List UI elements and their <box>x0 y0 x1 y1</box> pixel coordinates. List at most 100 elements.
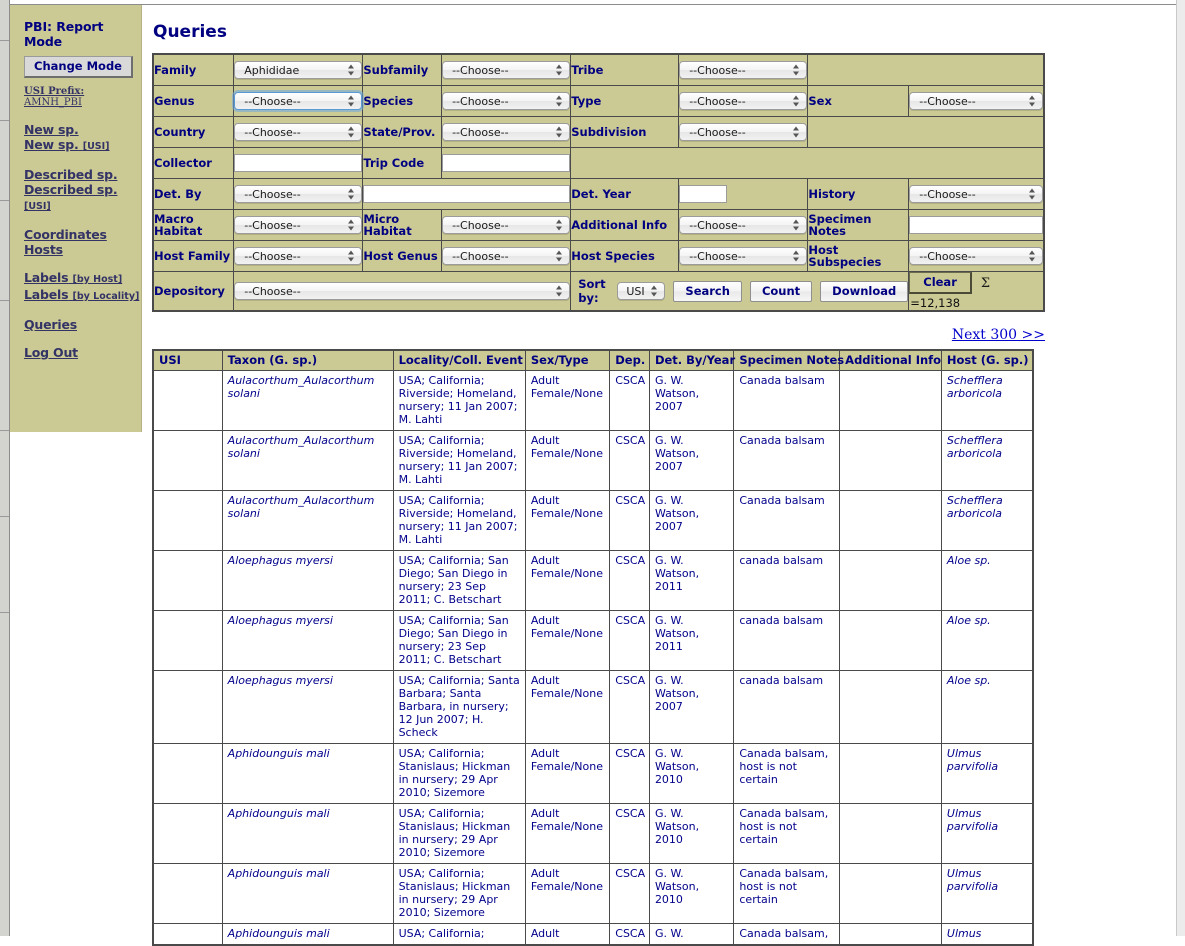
column-header-specimen-notes[interactable]: Specimen Notes <box>734 350 840 371</box>
cell-host: Ulmus parvifolia <box>941 744 1033 804</box>
micro-habitat-select[interactable]: --Choose-- <box>442 216 570 234</box>
select-arrows-icon <box>348 219 355 232</box>
label-specimen-notes: Specimen Notes <box>808 210 909 241</box>
cell-specimen-notes: Canada balsam, host is not certain <box>734 864 840 924</box>
cell-locality: USA; California; Riverside; Homeland, nu… <box>393 431 525 491</box>
table-row[interactable]: Aphidounguis maliUSA; California; Stanis… <box>153 804 1033 864</box>
depository-select[interactable]: --Choose-- <box>234 282 570 300</box>
state-prov-select[interactable]: --Choose-- <box>442 123 570 141</box>
clear-button[interactable]: Clear <box>909 272 972 294</box>
cell-locality: USA; California; Santa Barbara; Santa Ba… <box>393 671 525 744</box>
column-header-host[interactable]: Host (G. sp.) <box>941 350 1033 371</box>
sidebar-group-data: Coordinates Hosts <box>24 227 141 257</box>
select-arrows-icon <box>1029 250 1036 263</box>
species-select[interactable]: --Choose-- <box>442 92 570 110</box>
label-state-prov: State/Prov. <box>363 117 442 148</box>
sidebar-item-new-sp[interactable]: New sp. <box>24 122 141 137</box>
results-body: Aulacorthum_Aulacorthum solaniUSA; Calif… <box>153 371 1033 946</box>
column-header-locality[interactable]: Locality/Coll. Event <box>393 350 525 371</box>
det-by-select[interactable]: --Choose-- <box>234 185 362 203</box>
cell-det-by-year: G. W. Watson, 2010 <box>649 804 733 864</box>
macro-habitat-select[interactable]: --Choose-- <box>234 216 362 234</box>
type-select[interactable]: --Choose-- <box>679 92 807 110</box>
host-species-select[interactable]: --Choose-- <box>679 247 807 265</box>
table-row[interactable]: Aphidounguis maliUSA; California; Stanis… <box>153 744 1033 804</box>
family-select[interactable]: Aphididae <box>234 61 362 79</box>
label-trip-code: Trip Code <box>363 148 442 179</box>
cell-state-prov: --Choose-- <box>442 117 571 148</box>
column-header-sex-type[interactable]: Sex/Type <box>525 350 609 371</box>
label-host-subspecies: Host Subspecies <box>808 241 909 272</box>
sidebar-item-queries[interactable]: Queries <box>24 317 141 332</box>
table-row[interactable]: Aloephagus myersiUSA; California; San Di… <box>153 551 1033 611</box>
cell-additional-info <box>840 744 942 804</box>
sort-by-select[interactable]: USI <box>617 282 665 300</box>
count-button[interactable]: Count <box>750 281 812 302</box>
additional-info-select[interactable]: --Choose-- <box>679 216 807 234</box>
download-button[interactable]: Download <box>820 281 908 302</box>
change-mode-button[interactable]: Change Mode <box>24 56 133 78</box>
table-row[interactable]: Aphidounguis maliUSA; California; Stanis… <box>153 864 1033 924</box>
sidebar-item-coordinates[interactable]: Coordinates <box>24 227 141 242</box>
sidebar-item-hosts[interactable]: Hosts <box>24 242 141 257</box>
cell-dep: CSCA <box>610 491 650 551</box>
cell-det-by-year: G. W. Watson, 2011 <box>649 551 733 611</box>
cell-det-by-year: G. W. Watson, 2007 <box>649 431 733 491</box>
table-row[interactable]: Aphidounguis maliUSA; California;AdultCS… <box>153 924 1033 946</box>
sidebar-item-labels-by-locality[interactable]: Labels [by Locality] <box>24 287 141 304</box>
cell-micro-habitat: --Choose-- <box>442 210 571 241</box>
select-arrows-icon <box>348 126 355 139</box>
det-by-input[interactable] <box>363 185 570 203</box>
cell-host: Schefflera arboricola <box>941 491 1033 551</box>
sidebar-item-described-sp[interactable]: Described sp. <box>24 167 141 182</box>
tribe-select[interactable]: --Choose-- <box>679 61 807 79</box>
column-header-usi[interactable]: USI <box>153 350 222 371</box>
table-row[interactable]: Aulacorthum_Aulacorthum solaniUSA; Calif… <box>153 431 1033 491</box>
sidebar-item-labels-by-host[interactable]: Labels [by Host] <box>24 270 141 287</box>
cell-species: --Choose-- <box>442 86 571 117</box>
sex-select[interactable]: --Choose-- <box>909 92 1043 110</box>
table-row[interactable]: Aulacorthum_Aulacorthum solaniUSA; Calif… <box>153 491 1033 551</box>
cell-locality: USA; California; Riverside; Homeland, nu… <box>393 491 525 551</box>
sidebar-item-log-out[interactable]: Log Out <box>24 345 141 360</box>
subfamily-select[interactable]: --Choose-- <box>442 61 570 79</box>
country-select[interactable]: --Choose-- <box>234 123 362 141</box>
cell-locality: USA; California; Stanislaus; Hickman in … <box>393 864 525 924</box>
cell-locality: USA; California; Riverside; Homeland, nu… <box>393 371 525 431</box>
genus-select[interactable]: --Choose-- <box>234 92 362 110</box>
label-subdivision: Subdivision <box>571 117 679 148</box>
cell-dep: CSCA <box>610 744 650 804</box>
det-year-input[interactable] <box>679 185 727 203</box>
host-genus-select[interactable]: --Choose-- <box>442 247 570 265</box>
table-row[interactable]: Aulacorthum_Aulacorthum solaniUSA; Calif… <box>153 371 1033 431</box>
table-row[interactable]: Aloephagus myersiUSA; California; Santa … <box>153 671 1033 744</box>
specimen-notes-input[interactable] <box>909 216 1043 234</box>
cell-additional-info <box>840 864 942 924</box>
history-select[interactable]: --Choose-- <box>909 185 1043 203</box>
column-header-additional-info[interactable]: Additional Info <box>840 350 942 371</box>
sidebar-item-new-sp-usi[interactable]: New sp. [USI] <box>24 137 141 154</box>
host-family-select[interactable]: --Choose-- <box>234 247 362 265</box>
sidebar-item-described-sp-usi[interactable]: Described sp. [USI] <box>24 182 141 214</box>
cell-genus: --Choose-- <box>234 86 363 117</box>
column-header-det-by-year[interactable]: Det. By/Year <box>649 350 733 371</box>
column-header-dep[interactable]: Dep. <box>610 350 650 371</box>
search-button[interactable]: Search <box>673 281 742 302</box>
subdivision-select[interactable]: --Choose-- <box>679 123 807 141</box>
host-subspecies-select[interactable]: --Choose-- <box>909 247 1043 265</box>
next-300-link[interactable]: Next 300 >> <box>952 327 1045 343</box>
select-arrows-icon <box>1029 95 1036 108</box>
table-row[interactable]: Aloephagus myersiUSA; California; San Di… <box>153 611 1033 671</box>
select-arrows-icon <box>1029 188 1036 201</box>
select-arrows-icon <box>556 64 563 77</box>
window-scrollbar-right[interactable] <box>1176 0 1185 936</box>
trip-code-input[interactable] <box>442 154 570 172</box>
cell-additional-info <box>840 671 942 744</box>
mode-title: PBI: Report Mode <box>24 19 141 49</box>
form-row-collector: Collector Trip Code <box>153 148 1044 179</box>
blank-cell-2 <box>808 117 1044 148</box>
column-header-taxon[interactable]: Taxon (G. sp.) <box>222 350 393 371</box>
collector-input[interactable] <box>234 154 362 172</box>
cell-history: --Choose-- <box>909 179 1044 210</box>
cell-dep: CSCA <box>610 671 650 744</box>
